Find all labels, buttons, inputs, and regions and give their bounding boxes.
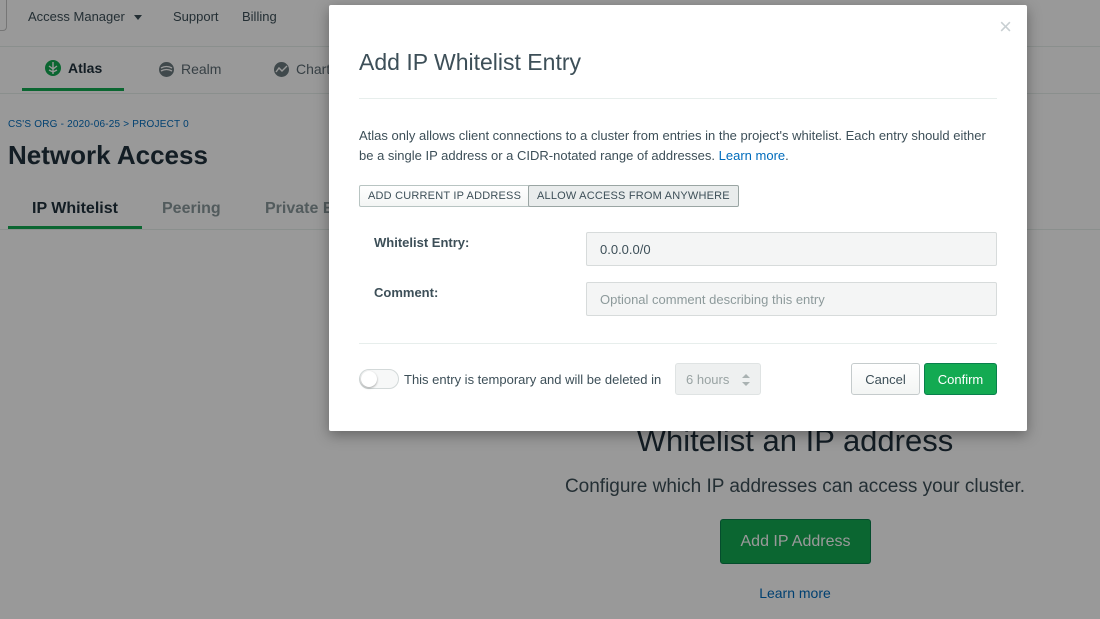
modal-description: Atlas only allows client connections to … <box>359 128 986 163</box>
divider <box>359 98 997 99</box>
temporary-entry-toggle[interactable] <box>359 369 399 389</box>
whitelist-entry-input[interactable]: 0.0.0.0/0 <box>586 232 997 266</box>
confirm-button[interactable]: Confirm <box>924 363 997 395</box>
add-ip-whitelist-modal: × Add IP Whitelist Entry Atlas only allo… <box>329 5 1027 431</box>
description-text: Atlas only allows client connections to … <box>359 128 986 163</box>
temporary-entry-text: This entry is temporary and will be dele… <box>404 372 662 387</box>
comment-input[interactable]: Optional comment describing this entry <box>586 282 997 316</box>
modal-learn-more-link[interactable]: Learn more <box>719 148 785 163</box>
select-arrows-icon <box>742 374 750 386</box>
whitelist-entry-label: Whitelist Entry: <box>374 235 470 250</box>
close-icon[interactable]: × <box>999 16 1012 38</box>
duration-value: 6 hours <box>686 371 730 387</box>
divider <box>359 343 997 344</box>
comment-label: Comment: <box>374 285 439 300</box>
cancel-button[interactable]: Cancel <box>851 363 920 395</box>
toggle-knob <box>361 371 377 387</box>
modal-title: Add IP Whitelist Entry <box>359 49 581 75</box>
add-current-ip-button[interactable]: ADD CURRENT IP ADDRESS <box>359 185 531 207</box>
allow-access-anywhere-button[interactable]: ALLOW ACCESS FROM ANYWHERE <box>528 185 739 207</box>
duration-select[interactable]: 6 hours <box>675 363 761 395</box>
